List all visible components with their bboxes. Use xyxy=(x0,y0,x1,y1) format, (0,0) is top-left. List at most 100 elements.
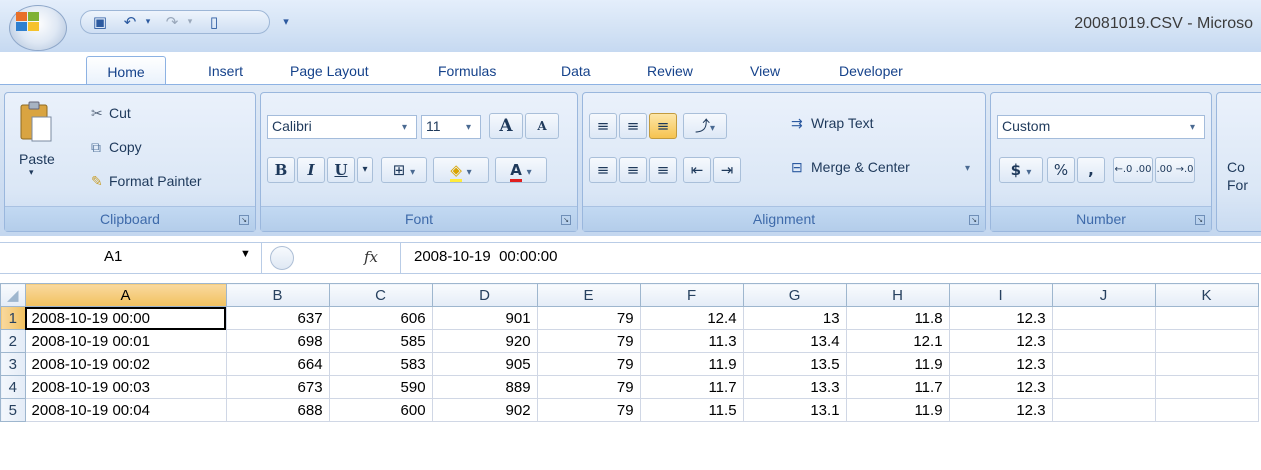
cell-e1[interactable]: 79 xyxy=(536,306,641,330)
name-box[interactable]: A1 ▼ xyxy=(0,242,262,274)
cell-h2[interactable]: 12.1 xyxy=(845,329,950,353)
cell-g4[interactable]: 13.3 xyxy=(742,375,847,399)
cell-c1[interactable]: 606 xyxy=(328,306,433,330)
cell-b4[interactable]: 673 xyxy=(225,375,330,399)
cell-e5[interactable]: 79 xyxy=(536,398,641,422)
cell-a5[interactable]: 2008-10-19 00:04 xyxy=(24,398,227,422)
cell-i3[interactable]: 12.3 xyxy=(948,352,1053,376)
cell-j3[interactable] xyxy=(1051,352,1156,376)
cell-h5[interactable]: 11.9 xyxy=(845,398,950,422)
row-header[interactable]: 5 xyxy=(0,398,26,422)
bold-button[interactable]: B xyxy=(267,157,295,183)
row-header[interactable]: 1 xyxy=(0,306,26,330)
formula-bar-expand-button[interactable] xyxy=(270,246,294,270)
tab-developer[interactable]: Developer xyxy=(839,60,903,82)
cell-k3[interactable] xyxy=(1154,352,1259,376)
cell-g1[interactable]: 13 xyxy=(742,306,847,330)
decrease-decimal-button[interactable]: .00 →.0 xyxy=(1155,157,1195,183)
chevron-down-icon[interactable]: ▼ xyxy=(240,248,251,260)
borders-button[interactable]: ⊞ ▾ xyxy=(381,157,427,183)
format-painter-icon[interactable]: ✎ xyxy=(91,173,103,190)
font-size-dropdown[interactable]: 11 ▾ xyxy=(421,115,481,139)
row-header[interactable]: 2 xyxy=(0,329,26,353)
currency-button[interactable]: $ ▾ xyxy=(999,157,1043,183)
cell-k4[interactable] xyxy=(1154,375,1259,399)
column-header-c[interactable]: C xyxy=(328,283,433,307)
copy-icon[interactable]: ⧉ xyxy=(91,139,101,156)
row-header[interactable]: 3 xyxy=(0,352,26,376)
cell-f1[interactable]: 12.4 xyxy=(639,306,744,330)
select-all-button[interactable]: ◢ xyxy=(0,283,26,307)
cell-e3[interactable]: 79 xyxy=(536,352,641,376)
align-right-button[interactable]: ≡ xyxy=(649,157,677,183)
undo-icon[interactable]: ↶ xyxy=(121,13,139,31)
cell-i2[interactable]: 12.3 xyxy=(948,329,1053,353)
scissors-icon[interactable]: ✂ xyxy=(91,105,103,122)
align-top-button[interactable]: ≡ xyxy=(589,113,617,139)
cell-a1[interactable]: 2008-10-19 00:00 xyxy=(24,306,227,330)
align-middle-button[interactable]: ≡ xyxy=(619,113,647,139)
cell-f4[interactable]: 11.7 xyxy=(639,375,744,399)
cell-d3[interactable]: 905 xyxy=(431,352,538,376)
cell-b2[interactable]: 698 xyxy=(225,329,330,353)
cell-c5[interactable]: 600 xyxy=(328,398,433,422)
cell-f5[interactable]: 11.5 xyxy=(639,398,744,422)
cell-e2[interactable]: 79 xyxy=(536,329,641,353)
cell-k5[interactable] xyxy=(1154,398,1259,422)
cell-i5[interactable]: 12.3 xyxy=(948,398,1053,422)
paste-icon[interactable] xyxy=(19,101,53,143)
underline-dropdown-icon[interactable]: ▾ xyxy=(357,157,373,183)
column-header-a[interactable]: A xyxy=(24,283,227,307)
column-header-h[interactable]: H xyxy=(845,283,950,307)
number-launcher-icon[interactable]: ↘ xyxy=(1195,215,1205,225)
cell-a2[interactable]: 2008-10-19 00:01 xyxy=(24,329,227,353)
column-header-i[interactable]: I xyxy=(948,283,1053,307)
align-left-button[interactable]: ≡ xyxy=(589,157,617,183)
cell-j2[interactable] xyxy=(1051,329,1156,353)
cell-g2[interactable]: 13.4 xyxy=(742,329,847,353)
cell-c4[interactable]: 590 xyxy=(328,375,433,399)
cell-f3[interactable]: 11.9 xyxy=(639,352,744,376)
copy-button[interactable]: Copy xyxy=(109,139,142,155)
cell-c3[interactable]: 583 xyxy=(328,352,433,376)
cell-g5[interactable]: 13.1 xyxy=(742,398,847,422)
clipboard-launcher-icon[interactable]: ↘ xyxy=(239,215,249,225)
insert-function-icon[interactable]: fx xyxy=(364,248,378,266)
cell-d4[interactable]: 889 xyxy=(431,375,538,399)
increase-decimal-button[interactable]: ←.0 .00 xyxy=(1113,157,1153,183)
alignment-launcher-icon[interactable]: ↘ xyxy=(969,215,979,225)
cell-b3[interactable]: 664 xyxy=(225,352,330,376)
increase-indent-button[interactable]: ⇥ xyxy=(713,157,741,183)
decrease-indent-button[interactable]: ⇤ xyxy=(683,157,711,183)
column-header-f[interactable]: F xyxy=(639,283,744,307)
wrap-text-button[interactable]: Wrap Text xyxy=(811,115,874,131)
cell-k2[interactable] xyxy=(1154,329,1259,353)
column-header-d[interactable]: D xyxy=(431,283,538,307)
undo-dropdown-icon[interactable]: ▾ xyxy=(139,13,157,31)
column-header-b[interactable]: B xyxy=(225,283,330,307)
chevron-down-icon[interactable]: ▾ xyxy=(965,163,970,174)
column-header-g[interactable]: G xyxy=(742,283,847,307)
cell-b1[interactable]: 637 xyxy=(225,306,330,330)
tab-data[interactable]: Data xyxy=(561,60,591,82)
conditional-formatting-line2[interactable]: For xyxy=(1227,177,1248,193)
cell-j1[interactable] xyxy=(1051,306,1156,330)
font-launcher-icon[interactable]: ↘ xyxy=(561,215,571,225)
grow-font-button[interactable]: A xyxy=(489,113,523,139)
cell-a4[interactable]: 2008-10-19 00:03 xyxy=(24,375,227,399)
formula-input[interactable]: 2008-10-19 00:00:00 xyxy=(414,248,557,265)
font-name-dropdown[interactable]: Calibri ▾ xyxy=(267,115,417,139)
row-header[interactable]: 4 xyxy=(0,375,26,399)
new-document-icon[interactable]: ▯ xyxy=(205,13,223,31)
cell-h1[interactable]: 11.8 xyxy=(845,306,950,330)
cell-h3[interactable]: 11.9 xyxy=(845,352,950,376)
tab-formulas[interactable]: Formulas xyxy=(438,60,496,82)
tab-page-layout[interactable]: Page Layout xyxy=(290,60,369,82)
paste-dropdown-icon[interactable]: ▾ xyxy=(29,167,34,178)
customize-toolbar-icon[interactable]: ▾ xyxy=(277,13,295,31)
cell-d2[interactable]: 920 xyxy=(431,329,538,353)
cell-j5[interactable] xyxy=(1051,398,1156,422)
merge-center-button[interactable]: Merge & Center xyxy=(811,159,910,175)
conditional-formatting-line1[interactable]: Co xyxy=(1227,159,1245,175)
cell-c2[interactable]: 585 xyxy=(328,329,433,353)
